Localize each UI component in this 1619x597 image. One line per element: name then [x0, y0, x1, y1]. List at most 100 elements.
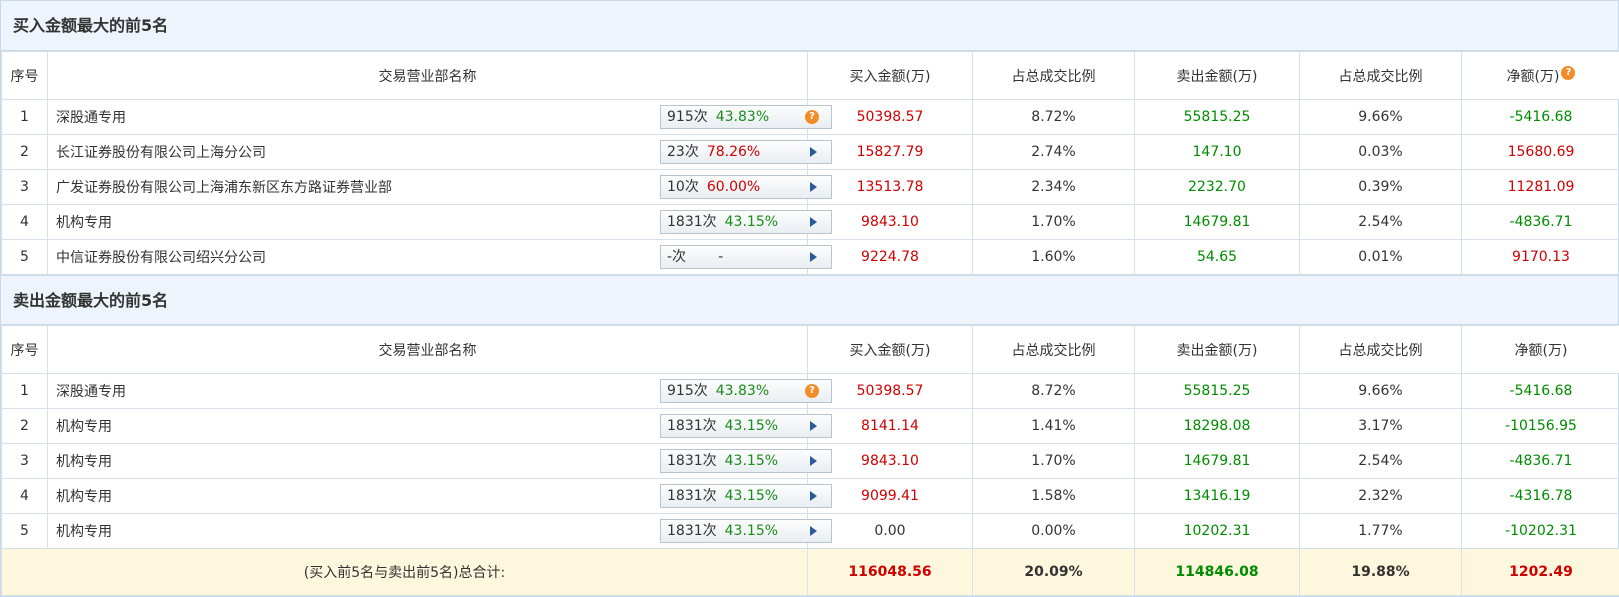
- sell-pct: 1.77%: [1299, 513, 1462, 549]
- sell-amount: 14679.81: [1134, 443, 1300, 479]
- sell-pct: 0.01%: [1299, 239, 1462, 275]
- total-net: 1202.49: [1461, 548, 1619, 596]
- triangle-right-icon[interactable]: [810, 147, 817, 157]
- table-row: 3 机构专用 1831次 43.15% 9843.10 1.70% 14679.81 2.54…: [1, 443, 1619, 479]
- sell-pct: 9.66%: [1299, 99, 1462, 135]
- appearance-count: 1831次: [667, 488, 717, 504]
- success-rate: 43.15%: [724, 488, 779, 504]
- appearance-count: -次: [667, 249, 687, 265]
- buy-amount: 9224.78: [807, 239, 973, 275]
- branch-name[interactable]: 机构专用: [56, 524, 112, 540]
- triangle-right-icon[interactable]: [810, 526, 817, 536]
- triangle-right-icon[interactable]: [810, 252, 817, 262]
- buy-amount: 15827.79: [807, 134, 973, 170]
- sell-pct: 0.39%: [1299, 169, 1462, 205]
- buy-top5-table: 序号 交易营业部名称 买入金额(万) 占总成交比例 卖出金额(万) 占总成交比例…: [1, 51, 1619, 275]
- branch-name[interactable]: 深股通专用: [56, 110, 126, 126]
- table-row: 5 中信证券股份有限公司绍兴分公司 -次 - 9224.78 1.60% 54.65 0.01…: [1, 239, 1619, 275]
- net-amount: -5416.68: [1461, 99, 1619, 135]
- table-row: 5 机构专用 1831次 43.15% 0.00 0.00% 10202.31 1.77% -1…: [1, 513, 1619, 549]
- header-name: 交易营业部名称: [47, 325, 808, 374]
- net-amount: 15680.69: [1461, 134, 1619, 170]
- branch-stat-button[interactable]: -次 -: [660, 245, 832, 269]
- net-amount: -4316.78: [1461, 478, 1619, 514]
- branch-name[interactable]: 机构专用: [56, 215, 112, 231]
- sell-amount: 10202.31: [1134, 513, 1300, 549]
- buy-amount: 9099.41: [807, 478, 973, 514]
- buy-pct: 0.00%: [972, 513, 1135, 549]
- branch-stat-button[interactable]: 1831次 43.15%: [660, 449, 832, 473]
- row-idx: 5: [1, 513, 48, 549]
- total-buy: 116048.56: [807, 548, 973, 596]
- branch-name[interactable]: 中信证券股份有限公司绍兴分公司: [56, 250, 266, 266]
- header-sell: 卖出金额(万): [1134, 325, 1300, 374]
- branch-name[interactable]: 广发证券股份有限公司上海浦东新区东方路证券营业部: [56, 180, 392, 196]
- branch-stat-button[interactable]: 23次 78.26%: [660, 140, 832, 164]
- triangle-right-icon[interactable]: [810, 182, 817, 192]
- triangle-right-icon[interactable]: [810, 456, 817, 466]
- success-rate: 43.83%: [715, 383, 770, 399]
- total-buy-pct: 20.09%: [972, 548, 1135, 596]
- appearance-count: 915次: [667, 383, 708, 399]
- buy-pct: 8.72%: [972, 99, 1135, 135]
- buy-amount: 50398.57: [807, 99, 973, 135]
- row-idx: 1: [1, 373, 48, 409]
- branch-stat-button[interactable]: 1831次 43.15%: [660, 210, 832, 234]
- question-circle-icon[interactable]: ?: [805, 110, 819, 124]
- success-rate: 43.83%: [715, 109, 770, 125]
- buy-section-title: 买入金额最大的前5名: [1, 1, 1618, 51]
- branch-stat-button[interactable]: 1831次 43.15%: [660, 519, 832, 543]
- buy-pct: 1.58%: [972, 478, 1135, 514]
- sell-amount: 55815.25: [1134, 373, 1300, 409]
- branch-stat-button[interactable]: 1831次 43.15%: [660, 484, 832, 508]
- question-circle-icon[interactable]: ?: [1561, 65, 1576, 80]
- triangle-right-icon[interactable]: [810, 491, 817, 501]
- branch-name[interactable]: 机构专用: [56, 454, 112, 470]
- sell-pct: 2.54%: [1299, 204, 1462, 240]
- success-rate: 60.00%: [706, 179, 761, 195]
- branch-stat-button[interactable]: 10次 60.00%: [660, 175, 832, 199]
- header-sell-pct: 占总成交比例: [1299, 51, 1462, 100]
- buy-amount: 50398.57: [807, 373, 973, 409]
- appearance-count: 1831次: [667, 418, 717, 434]
- sell-amount: 13416.19: [1134, 478, 1300, 514]
- header-sell: 卖出金额(万): [1134, 51, 1300, 100]
- total-sell: 114846.08: [1134, 548, 1300, 596]
- branch-name-cell: 深股通专用 915次 43.83%?: [47, 373, 832, 409]
- sell-pct: 3.17%: [1299, 408, 1462, 444]
- triangle-right-icon[interactable]: [810, 421, 817, 431]
- branch-stat-button[interactable]: 915次 43.83%?: [660, 379, 832, 403]
- branch-name[interactable]: 机构专用: [56, 489, 112, 505]
- triangle-right-icon[interactable]: [810, 217, 817, 227]
- branch-name[interactable]: 机构专用: [56, 419, 112, 435]
- branch-name-cell: 机构专用 1831次 43.15%: [47, 204, 832, 240]
- branch-stat-button[interactable]: 1831次 43.15%: [660, 414, 832, 438]
- branch-name-cell: 广发证券股份有限公司上海浦东新区东方路证券营业部 10次 60.00%: [47, 169, 832, 205]
- header-net-label: 净额(万): [1506, 68, 1560, 85]
- header-buy: 买入金额(万): [807, 325, 973, 374]
- success-rate: -: [718, 249, 724, 265]
- header-idx: 序号: [1, 51, 48, 100]
- appearance-count: 1831次: [667, 453, 717, 469]
- branch-name[interactable]: 长江证券股份有限公司上海分公司: [56, 145, 266, 161]
- buy-pct: 1.41%: [972, 408, 1135, 444]
- branch-name-cell: 长江证券股份有限公司上海分公司 23次 78.26%: [47, 134, 832, 170]
- net-amount: -4836.71: [1461, 204, 1619, 240]
- buy-pct: 2.34%: [972, 169, 1135, 205]
- buy-amount: 13513.78: [807, 169, 973, 205]
- success-rate: 43.15%: [724, 214, 779, 230]
- header-idx: 序号: [1, 325, 48, 374]
- branch-name[interactable]: 深股通专用: [56, 384, 126, 400]
- sell-amount: 14679.81: [1134, 204, 1300, 240]
- net-amount: -4836.71: [1461, 443, 1619, 479]
- buy-pct: 1.60%: [972, 239, 1135, 275]
- net-amount: 9170.13: [1461, 239, 1619, 275]
- buy-pct: 1.70%: [972, 443, 1135, 479]
- sell-amount: 54.65: [1134, 239, 1300, 275]
- branch-stat-button[interactable]: 915次 43.83%?: [660, 105, 832, 129]
- table-row: 4 机构专用 1831次 43.15% 9843.10 1.70% 14679.81 2.54…: [1, 204, 1619, 240]
- total-label: (买入前5名与卖出前5名)总合计:: [1, 548, 808, 596]
- header-name: 交易营业部名称: [47, 51, 808, 100]
- table-row: 3 广发证券股份有限公司上海浦东新区东方路证券营业部 10次 60.00% 13513.…: [1, 169, 1619, 205]
- question-circle-icon[interactable]: ?: [805, 384, 819, 398]
